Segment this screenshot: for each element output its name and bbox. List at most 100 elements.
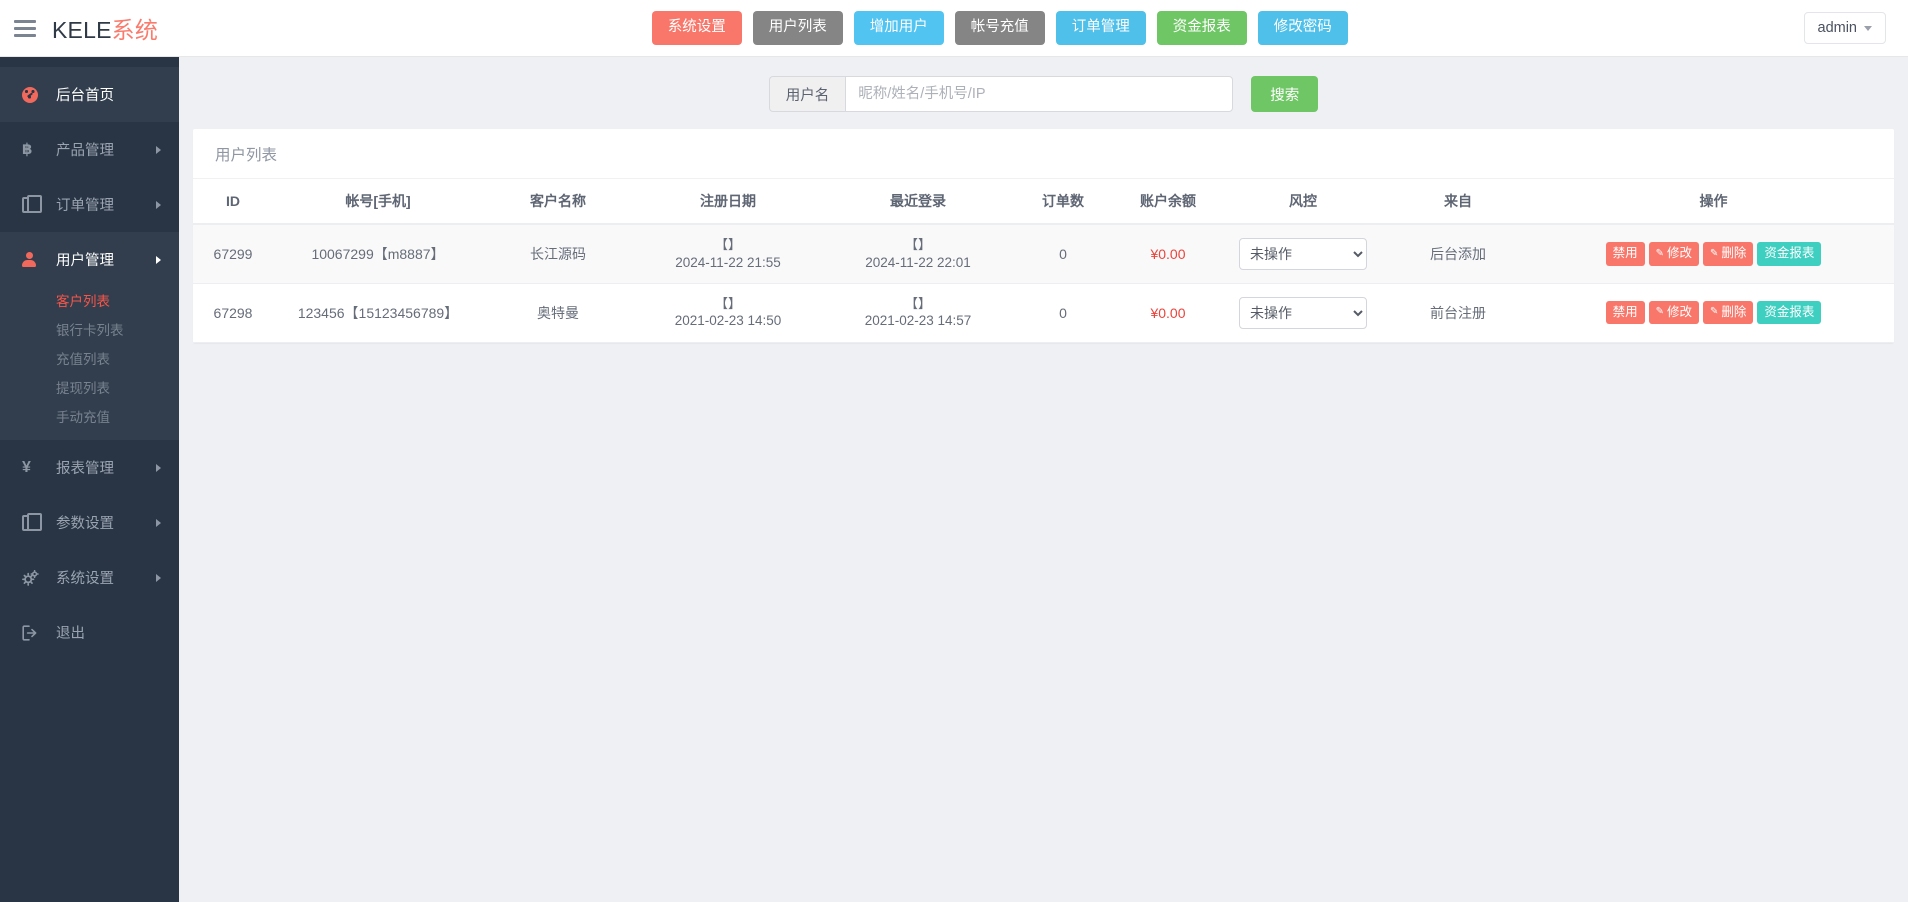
nav-button-add-user[interactable]: 增加用户 [853, 11, 944, 45]
login-date-value: 2024-11-22 22:01 [865, 254, 971, 270]
column-header-balance: 账户余额 [1113, 179, 1223, 225]
delete-button[interactable]: ✎ 删除 [1703, 242, 1754, 266]
sidebar-item-customer-list[interactable]: 客户列表 [0, 287, 179, 316]
login-bracket: 【】 [904, 237, 931, 252]
user-list-panel: 用户列表 ID 帐号[手机] 客户名称 注册日期 最近登录 订单数 账户余额 风… [193, 129, 1894, 343]
sidebar-menu: 后台首页 ฿ 产品管理 订单管理 用户管理 客户列表 银行卡列表 充值列表 提现… [0, 57, 179, 660]
panel-title: 用户列表 [193, 129, 1894, 179]
sidebar-item-label: 订单管理 [56, 198, 114, 214]
sidebar-item-label: 用户管理 [56, 253, 114, 269]
sidebar-item-withdraw-list[interactable]: 提现列表 [0, 374, 179, 403]
cell-source: 前台注册 [1383, 283, 1533, 343]
row-actions: 禁用 ✎ 修改 ✎ 删除 资金报表 [1539, 300, 1888, 325]
nav-button-change-password[interactable]: 修改密码 [1257, 11, 1348, 45]
sidebar-item-bankcard-list[interactable]: 银行卡列表 [0, 316, 179, 345]
disable-button[interactable]: 禁用 [1605, 300, 1645, 325]
sidebar-item-dashboard[interactable]: 后台首页 [0, 67, 179, 122]
sidebar-item-report-management[interactable]: ¥ 报表管理 [0, 440, 179, 495]
chevron-right-icon [156, 145, 161, 154]
balance-value: ¥0.00 [1150, 304, 1186, 321]
sidebar-item-logout[interactable]: 退出 [0, 605, 179, 660]
pencil-icon: ✎ [1655, 247, 1664, 259]
cell-register-date: 【】 2024-11-22 21:55 [633, 224, 823, 284]
sidebar-item-label: 系统设置 [56, 571, 114, 587]
cell-operations: 禁用 ✎ 修改 ✎ 删除 资金报表 [1533, 283, 1894, 343]
sidebar-item-label: 报表管理 [56, 461, 114, 477]
edit-button[interactable]: ✎ 修改 [1648, 242, 1699, 266]
app-brand[interactable]: KELE系统 [52, 11, 158, 45]
cell-last-login: 【】 2021-02-23 14:57 [823, 283, 1013, 343]
table-row[interactable]: 67298 123456【15123456789】 奥特曼 【】 2021-02… [193, 283, 1894, 343]
admin-label: admin [1817, 20, 1858, 36]
nav-button-system-settings[interactable]: 系统设置 [651, 11, 742, 45]
navbar-quick-buttons: 系统设置 用户列表 增加用户 帐号充值 订单管理 资金报表 修改密码 [196, 11, 1804, 45]
cell-account: 10067299【m8887】 [273, 224, 483, 284]
sidebar-item-parameter-settings[interactable]: 参数设置 [0, 495, 179, 550]
search-label: 用户名 [768, 76, 846, 112]
navbar-left: KELE系统 [0, 11, 196, 45]
chevron-right-icon [156, 200, 161, 209]
sidebar-item-label: 产品管理 [56, 143, 114, 159]
sidebar-group-user-management: 用户管理 客户列表 银行卡列表 充值列表 提现列表 手动充值 [0, 232, 179, 440]
register-date-value: 2021-02-23 14:50 [674, 313, 782, 329]
documents-icon [22, 194, 44, 213]
register-bracket: 【】 [714, 237, 741, 252]
sidebar-item-label: 后台首页 [56, 88, 114, 104]
gears-icon [22, 569, 44, 586]
balance-value: ¥0.00 [1150, 245, 1186, 262]
sidebar: 后台首页 ฿ 产品管理 订单管理 用户管理 客户列表 银行卡列表 充值列表 提现… [0, 57, 179, 902]
disable-button[interactable]: 禁用 [1605, 242, 1645, 266]
delete-button-label: 删除 [1721, 246, 1747, 261]
yen-icon: ¥ [22, 458, 31, 476]
chevron-down-icon [1864, 25, 1872, 31]
login-date-value: 2021-02-23 14:57 [864, 313, 972, 329]
column-header-risk-control: 风控 [1223, 179, 1383, 225]
nav-button-account-recharge[interactable]: 帐号充值 [954, 11, 1045, 45]
nav-button-order-management[interactable]: 订单管理 [1055, 11, 1146, 45]
admin-dropdown[interactable]: admin [1803, 12, 1886, 44]
risk-control-select[interactable]: 未操作 [1239, 237, 1367, 270]
nav-button-user-list[interactable]: 用户列表 [752, 11, 843, 45]
chevron-right-icon [156, 463, 161, 472]
sidebar-item-system-settings[interactable]: 系统设置 [0, 550, 179, 605]
column-header-customer-name: 客户名称 [483, 179, 633, 225]
fund-report-button[interactable]: 资金报表 [1757, 300, 1822, 325]
cell-customer-name: 长江源码 [483, 224, 633, 284]
hamburger-icon[interactable] [14, 19, 36, 37]
row-actions: 禁用 ✎ 修改 ✎ 删除 资金报表 [1539, 242, 1888, 266]
cell-register-date: 【】 2021-02-23 14:50 [633, 283, 823, 343]
risk-control-select[interactable]: 未操作 [1239, 296, 1367, 329]
pencil-icon: ✎ [1710, 247, 1719, 259]
dashboard-icon [22, 86, 44, 103]
main-content: 用户名 搜索 用户列表 ID 帐号[手机] 客户名称 注册日期 最近登录 订单数… [179, 57, 1908, 902]
column-header-last-login: 最近登录 [823, 179, 1013, 225]
sidebar-item-manual-recharge[interactable]: 手动充值 [0, 403, 179, 432]
nav-button-fund-report[interactable]: 资金报表 [1156, 11, 1247, 45]
column-header-operations: 操作 [1533, 179, 1894, 225]
fund-report-button[interactable]: 资金报表 [1757, 242, 1822, 266]
search-input[interactable] [845, 76, 1234, 112]
documents-icon [22, 512, 44, 531]
delete-button[interactable]: ✎ 删除 [1703, 300, 1754, 325]
table-body: 67299 10067299【m8887】 长江源码 【】 2024-11-22… [193, 224, 1894, 343]
user-icon [22, 252, 44, 267]
pencil-icon: ✎ [1655, 306, 1664, 318]
sidebar-item-user-management[interactable]: 用户管理 [0, 232, 179, 287]
sidebar-item-recharge-list[interactable]: 充值列表 [0, 345, 179, 374]
sidebar-item-product-management[interactable]: ฿ 产品管理 [0, 122, 179, 177]
column-header-register-date: 注册日期 [633, 179, 823, 225]
chevron-right-icon [156, 573, 161, 582]
sign-out-icon [22, 624, 44, 641]
cell-balance: ¥0.00 [1113, 283, 1223, 343]
pencil-icon: ✎ [1710, 306, 1719, 318]
table-header: ID 帐号[手机] 客户名称 注册日期 最近登录 订单数 账户余额 风控 来自 … [193, 179, 1894, 225]
search-button[interactable]: 搜索 [1251, 76, 1319, 112]
chevron-right-icon [156, 518, 161, 527]
sidebar-item-order-management[interactable]: 订单管理 [0, 177, 179, 232]
chevron-right-icon [156, 255, 161, 264]
table-row[interactable]: 67299 10067299【m8887】 长江源码 【】 2024-11-22… [193, 224, 1894, 284]
cell-customer-name: 奥特曼 [483, 283, 633, 343]
cell-operations: 禁用 ✎ 修改 ✎ 删除 资金报表 [1533, 224, 1894, 284]
cell-order-count: 0 [1013, 224, 1113, 284]
edit-button[interactable]: ✎ 修改 [1648, 300, 1699, 325]
